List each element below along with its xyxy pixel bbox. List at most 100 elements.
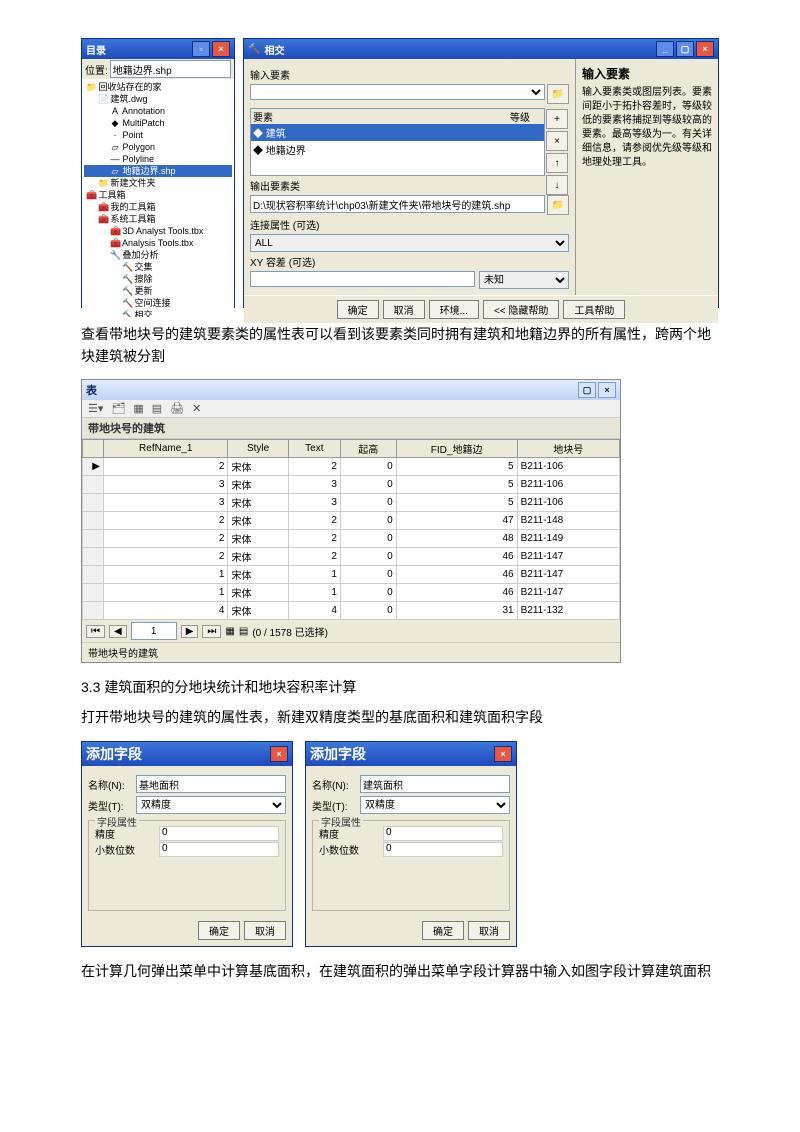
close-icon[interactable]: × [270,746,288,762]
table-header[interactable]: 地块号 [517,440,619,458]
xy-input[interactable] [250,271,475,287]
tree-node[interactable]: ▱ Polygon [84,141,232,153]
close-icon[interactable]: × [696,41,714,57]
ok-button[interactable]: 确定 [337,300,379,319]
table-header[interactable]: 起高 [340,440,396,458]
tree-node[interactable]: ▱ 地籍边界.shp [84,165,232,177]
first-button[interactable]: ⏮ [86,625,105,638]
tree-node[interactable]: 📁 回收站存在的家 [84,81,232,93]
precision-value[interactable]: 0 [383,826,503,841]
input-features-combo[interactable] [250,84,545,100]
table-row[interactable]: 2宋体2048B211-149 [83,530,620,548]
dock-icon[interactable]: ▢ [578,382,596,398]
pin-icon[interactable]: ▫ [192,41,210,57]
output-browse-button[interactable]: 📁 [547,195,569,215]
up-icon[interactable]: ↑ [546,153,568,173]
table-footer-tab[interactable]: 带地块号的建筑 [82,642,620,662]
last-button[interactable]: ⏭ [202,625,221,638]
tree-node[interactable]: 🔨 擦除 [84,273,232,285]
table-row[interactable]: 2宋体2046B211-147 [83,548,620,566]
tree-node[interactable]: 🧰 3D Analyst Tools.tbx [84,225,232,237]
toolbar-icon[interactable]: ✕ [190,402,203,415]
toolbar-icon[interactable]: 🖨 [168,402,186,415]
prev-button[interactable]: ◀ [109,625,127,638]
features-list[interactable]: 要素 等级 ◆ 建筑◆ 地籍边界 + × ↑ ↓ [250,108,545,176]
tree-node[interactable]: A Annotation [84,105,232,117]
cancel-button[interactable]: 取消 [468,921,510,940]
table-header[interactable]: Text [288,440,340,458]
scale-value[interactable]: 0 [383,842,503,857]
output-path[interactable]: D:\现状容积率统计\chp03\新建文件夹\带地块号的建筑.shp [250,195,545,213]
table-row[interactable]: 3宋体305B211-106 [83,494,620,512]
toolbar-icon[interactable]: ☰▾ [86,402,105,415]
tree-node[interactable]: 🔧 叠加分析 [84,249,232,261]
position-label: 位置: [85,62,108,77]
tree-node[interactable]: 🧰 工具箱 [84,189,232,201]
tree-node[interactable]: 🔨 空间连接 [84,297,232,309]
tree-node[interactable]: 📁 新建文件夹 [84,177,232,189]
tree-node[interactable]: 🔨 相交 [84,309,232,317]
join-combo[interactable]: ALL [250,234,569,252]
table-row[interactable]: 2宋体2047B211-148 [83,512,620,530]
cancel-button[interactable]: 取消 [383,300,425,319]
ok-button[interactable]: 确定 [198,921,240,940]
tree-node[interactable]: 📄 建筑.dwg [84,93,232,105]
feature-row[interactable]: ◆ 建筑 [251,124,544,141]
tree-node[interactable]: 🔨 交集 [84,261,232,273]
close-icon[interactable]: × [494,746,512,762]
tree-node[interactable]: ◆ MultiPatch [84,117,232,129]
table-subtitle: 带地块号的建筑 [82,417,620,439]
table-toolbar: ☰▾ 🗂 ▦ ▤ 🖨 ✕ [82,400,620,417]
nav-position[interactable] [131,622,177,640]
tree-node[interactable]: 🔨 更新 [84,285,232,297]
ok-button[interactable]: 确定 [422,921,464,940]
table-header[interactable]: FID_地籍边 [396,440,517,458]
tree-node[interactable]: 🧰 系统工具箱 [84,213,232,225]
table-row[interactable]: ▶2宋体205B211-106 [83,458,620,476]
hide-help-button[interactable]: << 隐藏帮助 [483,300,559,319]
table-grid[interactable]: RefName_1StyleText起高FID_地籍边地块号▶2宋体205B21… [82,439,620,620]
catalog-tree[interactable]: 📁 回收站存在的家📄 建筑.dwgA Annotation◆ MultiPatc… [82,79,234,317]
maximize-icon[interactable]: ▢ [676,41,694,57]
table-header[interactable]: Style [228,440,288,458]
toolbar-icon[interactable]: ▦ [131,402,145,415]
precision-value[interactable]: 0 [159,826,279,841]
cancel-button[interactable]: 取消 [244,921,286,940]
browse-button[interactable]: 📁 [547,84,569,104]
table-row[interactable]: 3宋体305B211-106 [83,476,620,494]
env-button[interactable]: 环境... [429,300,479,319]
table-header[interactable] [83,440,104,458]
tree-node[interactable]: — Polyline [84,153,232,165]
view-toggle-icon[interactable]: ▤ [239,626,248,637]
tree-node[interactable]: 🧰 我的工具箱 [84,201,232,213]
minimize-icon[interactable]: _ [656,41,674,57]
type-label: 类型(T): [88,798,132,813]
close-icon[interactable]: × [598,382,616,398]
catalog-toolbar: 位置: [82,59,234,79]
next-button[interactable]: ▶ [181,625,199,638]
table-row[interactable]: 1宋体1046B211-147 [83,566,620,584]
name-input[interactable] [360,775,510,793]
view-toggle-icon[interactable]: ▦ [225,626,234,637]
xy-unit-combo[interactable]: 未知 [479,271,569,289]
tree-node[interactable]: 🧰 Analysis Tools.tbx [84,237,232,249]
help-text: 输入要素类或图层列表。要素间距小于拓扑容差时，等级较低的要素将捕捉到等级较高的要… [582,86,712,170]
tree-node[interactable]: · Point [84,129,232,141]
feature-row[interactable]: ◆ 地籍边界 [251,141,544,158]
section-3-3: 3.3 建筑面积的分地块统计和地块容积率计算 [81,677,719,697]
toolbar-icon[interactable]: 🗂 [109,402,127,415]
add-icon[interactable]: + [546,109,568,129]
scale-value[interactable]: 0 [159,842,279,857]
name-input[interactable] [136,775,286,793]
type-combo[interactable]: 双精度 [136,796,286,814]
table-row[interactable]: 1宋体1046B211-147 [83,584,620,602]
close-icon[interactable]: × [212,41,230,57]
type-combo[interactable]: 双精度 [360,796,510,814]
position-input[interactable] [110,60,231,78]
table-header[interactable]: RefName_1 [104,440,228,458]
down-icon[interactable]: ↓ [546,175,568,195]
remove-icon[interactable]: × [546,131,568,151]
table-row[interactable]: 4宋体4031B211-132 [83,602,620,620]
tool-help-button[interactable]: 工具帮助 [563,300,625,319]
toolbar-icon[interactable]: ▤ [150,402,164,415]
